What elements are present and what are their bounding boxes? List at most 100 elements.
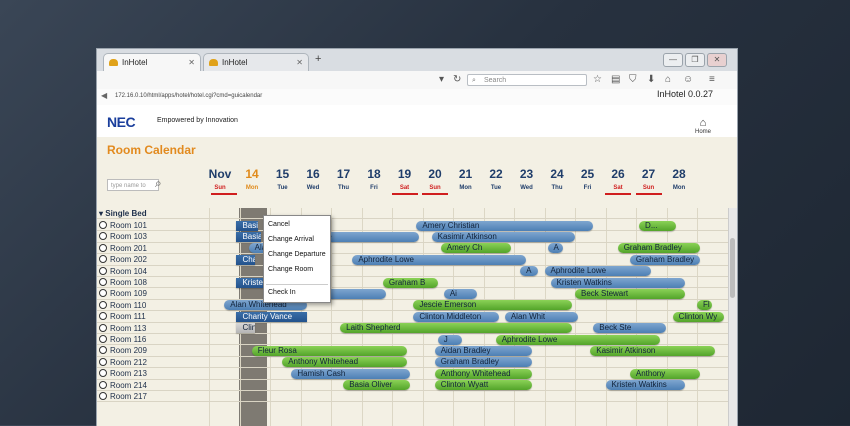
booking-bar[interactable]: Graham Bradley [617,243,701,254]
room-group-row[interactable]: ▾ Single Bed [97,208,737,220]
room-label[interactable]: Room 212 [99,357,147,368]
booking-bar[interactable]: Anthony [629,368,701,379]
room-radio-icon[interactable] [99,266,107,275]
room-label[interactable]: Room 108 [99,277,147,288]
room-radio-icon[interactable] [99,312,107,321]
booking-bar[interactable]: Amery Christian [416,220,594,231]
back-icon[interactable]: ◀ [101,91,107,100]
dropdown-arrow-icon[interactable]: ▾ [439,74,444,86]
room-radio-icon[interactable] [99,243,107,252]
room-radio-icon[interactable] [99,278,107,286]
booking-bar[interactable]: Kristen Watkins [605,380,685,391]
new-tab-button[interactable]: + [315,53,321,65]
room-label[interactable]: Room 101 [99,220,147,231]
room-radio-icon[interactable] [99,323,107,332]
booking-bar[interactable]: A [520,266,539,277]
booking-bar[interactable]: Basia Oliver [236,231,261,242]
menu-item-change-arrival[interactable]: Change Arrival [268,236,314,243]
booking-bar[interactable]: Charity [236,254,255,265]
menu-item-cancel[interactable]: Cancel [268,221,290,228]
close-tab-icon[interactable]: ✕ [188,54,195,72]
minimize-button[interactable]: — [663,53,683,67]
menu-item-change-departure[interactable]: Change Departure [268,251,326,258]
browser-tab-1[interactable]: InHotel ✕ [103,53,201,71]
url-text[interactable]: 172.16.0.10/html/apps/hotel/hotel.cgi?cm… [115,91,465,102]
booking-bar[interactable]: Beck Stewart [575,288,685,299]
booking-bar[interactable]: Anthony Whitehead [282,357,408,368]
booking-bar[interactable]: Aphrodite Lowe [544,266,652,277]
booking-bar[interactable]: Clinton Wy [672,311,725,322]
shield-icon[interactable]: ⛉ [629,74,637,86]
room-radio-icon[interactable] [99,392,107,400]
booking-bar[interactable]: Graham Bradley [629,254,701,265]
reload-icon[interactable]: ↻ [453,74,461,86]
booking-bar[interactable]: Graham B [382,277,438,288]
room-radio-icon[interactable] [99,232,107,241]
clipboard-icon[interactable]: ▤ [611,74,620,86]
booking-bar[interactable]: J [437,334,463,345]
booking-bar[interactable]: Charity Vance [236,311,307,322]
room-radio-icon[interactable] [99,369,107,378]
room-label[interactable]: Room 213 [99,368,147,379]
room-label[interactable]: Room 110 [99,300,146,311]
booking-bar[interactable]: Aphrodite Lowe [352,254,527,265]
menu-item-check-in[interactable]: Check In [268,289,296,296]
booking-bar[interactable]: Clinton Middleton [413,311,499,322]
star-icon[interactable]: ☆ [593,74,602,86]
room-label[interactable]: Room 201 [99,243,147,254]
room-radio-icon[interactable] [99,255,107,264]
booking-bar[interactable]: Hamish Cash [291,368,411,379]
vertical-scrollbar[interactable] [728,208,737,426]
booking-bar[interactable]: Ai [443,288,478,299]
booking-bar[interactable]: Basia Oliver [236,220,258,231]
address-bar[interactable]: ◀ 172.16.0.10/html/apps/hotel/hotel.cgi?… [97,89,737,106]
booking-bar[interactable]: A [547,243,563,254]
search-input[interactable]: ⌕ Search [467,74,587,86]
booking-bar[interactable]: Clinton Wyatt [434,380,533,391]
scrollbar-thumb[interactable] [730,238,735,298]
room-label[interactable]: Room 111 [99,311,146,322]
room-radio-icon[interactable] [99,289,107,298]
room-radio-icon[interactable] [99,346,107,355]
booking-bar[interactable]: Alan Whit [504,311,579,322]
room-label[interactable]: Room 104 [99,266,147,277]
booking-bar[interactable]: Kasimir Atkinson [431,231,575,242]
close-tab-icon[interactable]: ✕ [296,54,303,72]
booking-bar[interactable]: D... [639,220,676,231]
restore-button[interactable]: ❐ [685,53,705,67]
room-radio-icon[interactable] [99,221,107,229]
home-icon[interactable]: ⌂ [665,74,671,86]
room-radio-icon[interactable] [99,380,107,389]
menu-item-change-room[interactable]: Change Room [268,266,313,273]
room-radio-icon[interactable] [99,300,107,309]
booking-bar[interactable]: Graham Bradley [434,357,533,368]
name-filter-input[interactable]: type name to [107,179,159,191]
room-label[interactable]: Room 209 [99,345,147,356]
booking-bar[interactable]: Kasimir Atkinson [590,345,716,356]
room-label[interactable]: Room 109 [99,288,147,299]
booking-bar[interactable]: Fl [697,300,713,311]
chat-icon[interactable]: ☺ [683,74,693,86]
booking-bar[interactable]: Laith Shepherd [340,323,572,334]
booking-bar[interactable]: Amery Ch [440,243,511,254]
close-window-button[interactable]: ✕ [707,53,727,67]
booking-bar[interactable]: Basia Oliver [343,380,411,391]
booking-bar[interactable]: Jescie Emerson [413,300,572,311]
room-label[interactable]: Room 217 [99,391,147,402]
room-radio-icon[interactable] [99,335,107,343]
home-button[interactable]: ⌂ Home [693,117,713,135]
room-radio-icon[interactable] [99,357,107,366]
room-label[interactable]: Room 116 [99,334,146,345]
booking-bar[interactable]: Aidan Bradley [434,345,533,356]
room-label[interactable]: Room 113 [99,323,146,334]
browser-tab-2[interactable]: InHotel ✕ [203,53,309,71]
booking-bar[interactable]: Anthony Whitehead [434,368,533,379]
booking-bar[interactable]: Clinton [236,323,255,334]
booking-bar[interactable]: Kristen Watkins [550,277,685,288]
booking-bar[interactable]: Fleur Rosa [251,345,408,356]
download-icon[interactable]: ⬇ [647,74,655,86]
search-icon[interactable]: ⌕ [155,176,162,191]
room-label[interactable]: Room 214 [99,380,147,391]
booking-bar[interactable]: Aphrodite Lowe [495,334,661,345]
booking-bar[interactable]: Beck Ste [593,323,667,334]
